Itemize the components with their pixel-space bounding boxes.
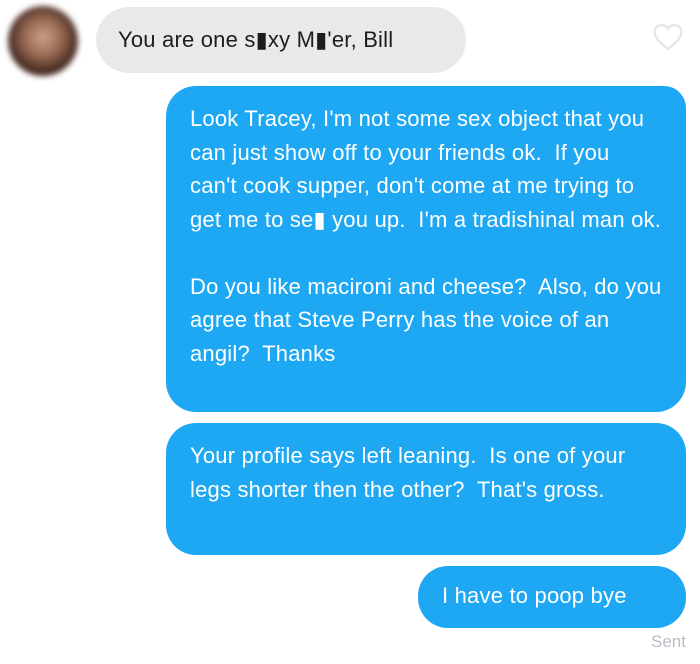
- heart-outline-icon[interactable]: [651, 20, 685, 54]
- outgoing-message-bubble: Look Tracey, I'm not some sex object tha…: [166, 86, 686, 412]
- contact-avatar[interactable]: [8, 6, 78, 76]
- message-status: Sent: [651, 632, 686, 651]
- chat-thread: You are one s▮xy M▮'er, Bill Look Tracey…: [0, 0, 700, 664]
- incoming-message-bubble: You are one s▮xy M▮'er, Bill: [96, 7, 466, 73]
- outgoing-message-bubble: Your profile says left leaning. Is one o…: [166, 423, 686, 555]
- outgoing-message-bubble: I have to poop bye: [418, 566, 686, 628]
